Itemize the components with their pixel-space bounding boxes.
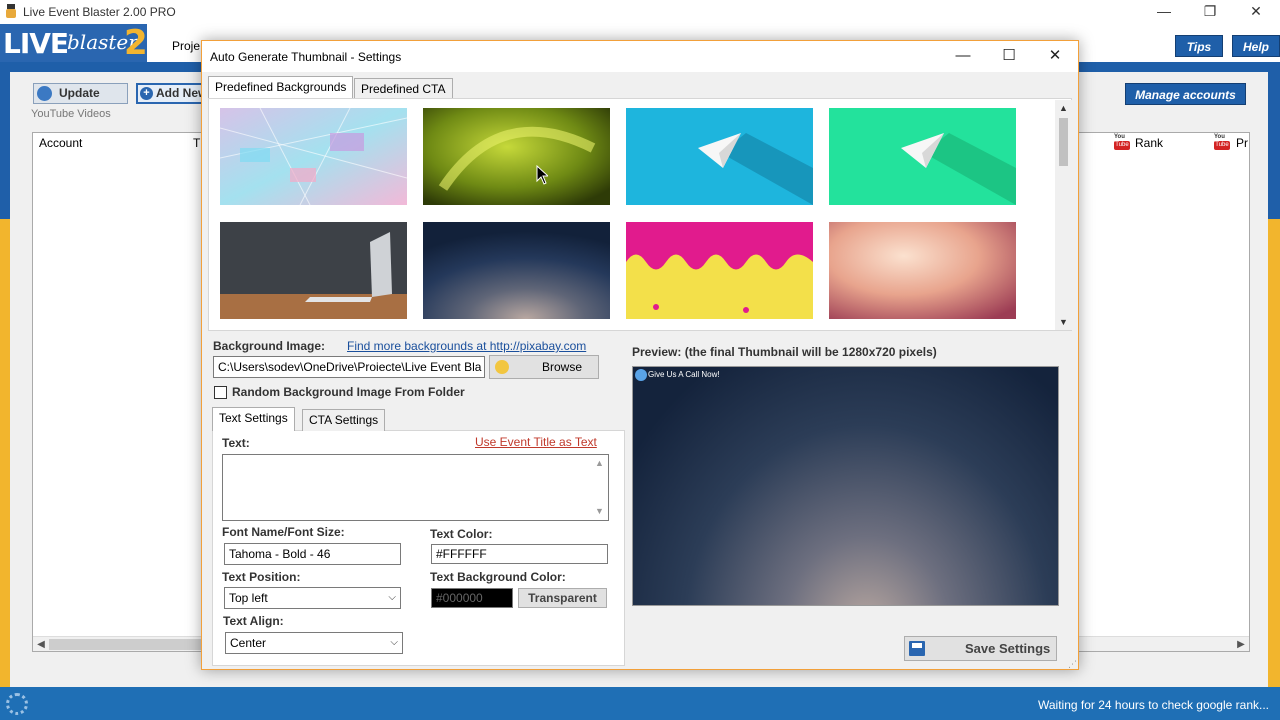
dialog-maximize-icon[interactable]: ☐ <box>986 41 1032 72</box>
text-align-select[interactable]: Center ⌵ <box>225 632 403 654</box>
scroll-left-icon[interactable]: ◀ <box>33 637 49 652</box>
dialog-title: Auto Generate Thumbnail - Settings <box>210 50 402 64</box>
text-align-label: Text Align: <box>223 614 284 628</box>
column-pr[interactable]: Pr <box>1236 136 1248 150</box>
scroll-right-icon[interactable]: ▶ <box>1233 637 1249 652</box>
background-thumb-6[interactable] <box>423 222 610 319</box>
background-thumb-5[interactable] <box>220 222 407 319</box>
save-settings-label: Save Settings <box>965 641 1051 656</box>
column-title[interactable]: T <box>193 136 200 150</box>
text-position-select[interactable]: Top left ⌵ <box>224 587 401 609</box>
status-text: Waiting for 24 hours to check google ran… <box>1037 698 1269 712</box>
text-position-value: Top left <box>229 591 268 605</box>
scroll-down-icon[interactable]: ▼ <box>1055 314 1072 330</box>
chevron-down-icon: ⌵ <box>390 637 398 648</box>
phone-icon <box>635 369 647 381</box>
add-new-label: Add New <box>156 86 206 100</box>
use-event-title-link[interactable]: Use Event Title as Text <box>475 435 597 449</box>
transparent-button[interactable]: Transparent <box>518 588 607 608</box>
loading-gear-icon <box>6 693 28 715</box>
update-label: Update <box>59 86 100 100</box>
text-label: Text: <box>222 436 250 450</box>
restore-icon[interactable]: ❐ <box>1187 0 1233 24</box>
browse-button[interactable]: Browse <box>489 355 599 379</box>
background-thumb-3[interactable] <box>626 108 813 205</box>
tab-text-settings[interactable]: Text Settings <box>212 407 295 431</box>
background-gallery: ▲ ▼ <box>208 98 1072 331</box>
logo-two-text: 2 <box>124 23 148 63</box>
browse-label: Browse <box>541 360 582 374</box>
youtube-videos-group-label: YouTube Videos <box>31 108 111 120</box>
logo-live-text: LIVE <box>3 27 69 60</box>
manage-accounts-button[interactable]: Manage accounts <box>1125 83 1246 105</box>
find-backgrounds-link[interactable]: Find more backgrounds at http://pixabay.… <box>347 339 586 353</box>
scroll-down-icon[interactable]: ▼ <box>595 506 604 516</box>
background-thumb-1[interactable] <box>220 108 407 205</box>
text-position-label: Text Position: <box>222 570 301 584</box>
youtube-icon: You Tube <box>1114 134 1130 150</box>
text-color-input[interactable]: #FFFFFF <box>431 544 608 564</box>
thumbnail-settings-dialog: Auto Generate Thumbnail - Settings — ☐ ✕… <box>201 40 1079 670</box>
save-settings-button[interactable]: Save Settings <box>904 636 1057 661</box>
resize-grip-icon[interactable]: ⋰ <box>1068 659 1077 670</box>
scroll-thumb[interactable] <box>1059 118 1068 166</box>
text-input[interactable]: ▲ ▼ <box>222 454 609 521</box>
background-path-input[interactable]: C:\Users\sodev\OneDrive\Proiecte\Live Ev… <box>213 356 485 378</box>
logo: LIVE blaster 2 <box>0 23 148 63</box>
right-border-blue <box>1268 72 1280 219</box>
column-account[interactable]: Account <box>39 136 82 150</box>
preview-cta: Give Us A Call Now! <box>635 369 720 381</box>
font-input[interactable]: Tahoma - Bold - 46 <box>224 543 401 565</box>
background-thumb-7[interactable] <box>626 222 813 319</box>
youtube-icon: You Tube <box>1214 134 1230 150</box>
help-button[interactable]: Help <box>1232 35 1280 57</box>
plus-icon: + <box>140 87 153 100</box>
column-rank[interactable]: Rank <box>1135 136 1163 150</box>
tab-predefined-cta[interactable]: Predefined CTA <box>354 78 453 100</box>
minimize-icon[interactable]: — <box>1141 0 1187 24</box>
random-background-checkbox[interactable] <box>214 386 227 399</box>
left-border-blue <box>0 72 10 219</box>
dialog-minimize-icon[interactable]: — <box>940 41 986 72</box>
app-icon <box>6 4 16 18</box>
dialog-titlebar: Auto Generate Thumbnail - Settings — ☐ ✕ <box>202 41 1078 72</box>
background-thumb-4[interactable] <box>829 108 1016 205</box>
scroll-up-icon[interactable]: ▲ <box>595 458 604 468</box>
update-button[interactable]: Update <box>33 83 128 104</box>
tips-button[interactable]: Tips <box>1175 35 1223 57</box>
preview-cta-text: Give Us A Call Now! <box>648 370 720 379</box>
browse-icon <box>495 360 509 374</box>
mouse-cursor-icon <box>536 165 548 185</box>
text-bg-color-input[interactable]: #000000 <box>431 588 513 608</box>
add-new-button[interactable]: + Add New <box>136 83 206 104</box>
tab-predefined-backgrounds[interactable]: Predefined Backgrounds <box>208 76 354 100</box>
background-thumb-8[interactable] <box>829 222 1016 319</box>
text-align-value: Center <box>230 636 267 650</box>
floppy-disk-icon <box>909 641 925 656</box>
thumbnail-preview: Give Us A Call Now! <box>632 366 1059 606</box>
close-icon[interactable]: ✕ <box>1233 0 1279 24</box>
text-color-label: Text Color: <box>430 527 493 541</box>
dialog-close-icon[interactable]: ✕ <box>1032 41 1078 72</box>
background-image-label: Background Image: <box>213 339 326 353</box>
preview-label: Preview: (the final Thumbnail will be 12… <box>632 345 937 359</box>
tab-cta-settings[interactable]: CTA Settings <box>302 409 386 431</box>
status-bar: Waiting for 24 hours to check google ran… <box>0 687 1280 720</box>
font-label: Font Name/Font Size: <box>222 525 345 539</box>
app-titlebar: Live Event Blaster 2.00 PRO — ❐ ✕ <box>0 0 1280 24</box>
refresh-icon <box>37 86 52 101</box>
random-background-label: Random Background Image From Folder <box>232 385 465 399</box>
gallery-vertical-scrollbar[interactable]: ▲ ▼ <box>1055 100 1072 330</box>
text-bg-color-label: Text Background Color: <box>430 570 566 584</box>
scroll-thumb[interactable] <box>49 639 219 650</box>
text-scrollbar[interactable]: ▲ ▼ <box>592 455 608 520</box>
app-title: Live Event Blaster 2.00 PRO <box>23 5 176 19</box>
scroll-up-icon[interactable]: ▲ <box>1055 100 1072 116</box>
chevron-down-icon: ⌵ <box>388 592 396 603</box>
background-thumb-2[interactable] <box>423 108 610 205</box>
menu-projects[interactable]: Proje <box>172 39 200 53</box>
